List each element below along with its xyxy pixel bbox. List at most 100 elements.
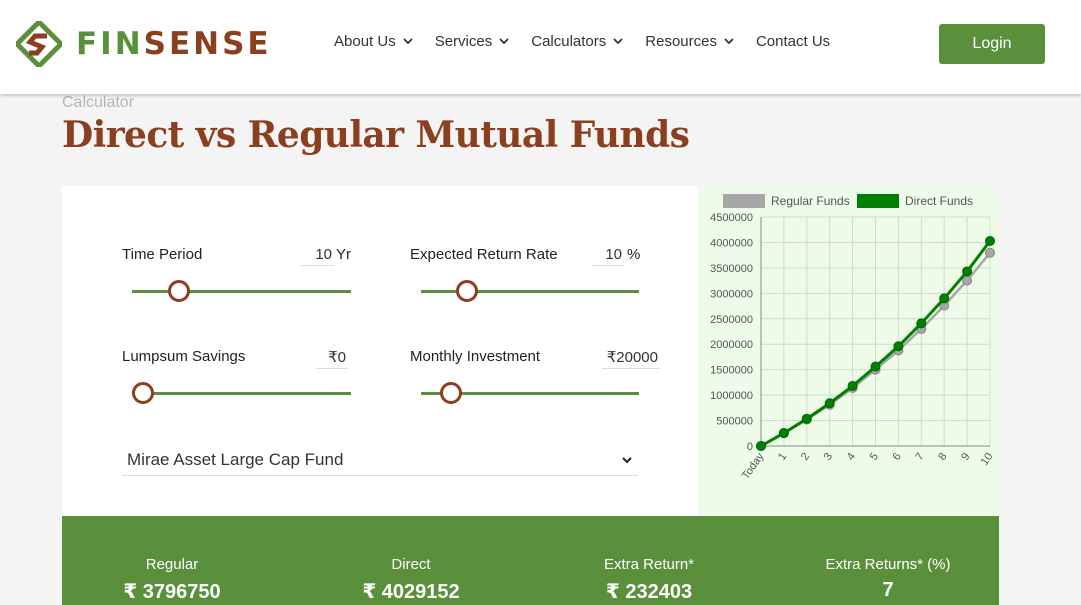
nav-item-services[interactable]: Services (435, 33, 510, 50)
result-extra-return-percent: Extra Returns* (%) 7 (788, 556, 988, 602)
slider-thumb[interactable] (440, 382, 462, 404)
growth-chart-panel: 0 500000 1000000 1500000 2000000 2500000 30000… (698, 186, 999, 516)
data-point (985, 247, 995, 258)
data-point (778, 428, 789, 439)
data-point (870, 361, 881, 372)
result-value: ₹ 3796750 (123, 581, 221, 603)
nav-item-calculators[interactable]: Calculators (531, 33, 623, 50)
data-point (916, 318, 927, 329)
x-tick-label: 10 (979, 451, 996, 468)
data-point (756, 441, 766, 451)
data-point (824, 398, 835, 409)
data-point (801, 413, 812, 424)
login-button[interactable]: Login (939, 24, 1045, 64)
y-tick-label: 3000000 (710, 288, 753, 300)
data-point (939, 293, 950, 304)
chevron-down-icon (499, 38, 509, 45)
chevron-down-icon (724, 38, 734, 45)
legend-swatch (857, 194, 899, 208)
nav-item-resources[interactable]: Resources (645, 33, 734, 50)
x-tick-label: 6 (891, 451, 904, 463)
logo-text-fin: FIN (76, 26, 144, 62)
y-tick-label: 0 (747, 441, 753, 453)
chevron-down-icon (613, 38, 623, 45)
fund-select[interactable]: Mirae Asset Large Cap Fund (122, 448, 638, 476)
slider-thumb[interactable] (168, 280, 190, 302)
result-regular: Regular ₹ 3796750 (72, 556, 272, 604)
logo-text-sense: SENSE (143, 26, 272, 62)
x-tick-label: 3 (822, 451, 835, 463)
x-tick-label: 7 (913, 451, 926, 463)
legend-label: Regular Funds (771, 194, 850, 208)
x-tick-label: 4 (845, 451, 858, 463)
x-tick-label: 8 (936, 451, 949, 463)
y-tick-label: 500000 (716, 416, 753, 428)
result-value: ₹ 232403 (605, 581, 693, 603)
result-extra-return: Extra Return* ₹ 232403 (549, 556, 749, 604)
slider-thumb[interactable] (456, 280, 478, 302)
calculator-card: Time Period 10 Yr Expected Return Rate 1… (62, 186, 698, 516)
nav-item-label: Contact Us (755, 33, 831, 50)
y-tick-label: 1500000 (710, 365, 753, 377)
lumpsum-slider[interactable] (132, 382, 351, 404)
nav-item-contact-us[interactable]: Contact Us (756, 33, 830, 50)
y-tick-label: 3500000 (710, 263, 753, 275)
nav-item-label: Resources (645, 33, 717, 50)
legend-label: Direct Funds (905, 194, 973, 208)
slider-track (421, 290, 639, 293)
chevron-down-icon (622, 457, 632, 464)
slider-track (132, 290, 351, 293)
time-period-input[interactable]: 10 (300, 246, 334, 266)
y-tick-label: 2000000 (710, 339, 753, 351)
nav-item-about-us[interactable]: About Us (334, 33, 413, 50)
legend-swatch (723, 194, 765, 208)
nav-item-label: About Us (334, 33, 396, 50)
time-period-slider[interactable] (132, 280, 351, 302)
time-period-unit: Yr (336, 246, 351, 263)
result-value: 7 (882, 579, 894, 601)
nav-item-label: Calculators (531, 33, 607, 50)
y-tick-label: 1000000 (710, 390, 753, 402)
slider-track (132, 392, 351, 395)
chevron-down-icon (403, 38, 413, 45)
logo[interactable]: FINSENSE (16, 21, 272, 67)
result-value: ₹ 4029152 (362, 581, 460, 603)
fund-select-value: Mirae Asset Large Cap Fund (127, 450, 344, 469)
lumpsum-label: Lumpsum Savings (122, 348, 246, 365)
monthly-investment-label: Monthly Investment (410, 348, 541, 365)
result-label: Extra Return* (603, 556, 695, 573)
x-tick-label: 1 (776, 451, 789, 463)
results-bar: Regular ₹ 3796750 Direct ₹ 4029152 Extra… (62, 516, 999, 605)
return-rate-label: Expected Return Rate (410, 246, 558, 263)
time-period-label: Time Period (122, 246, 203, 263)
return-rate-unit: % (627, 246, 641, 263)
y-tick-label: 2500000 (710, 314, 753, 326)
slider-thumb[interactable] (132, 382, 154, 404)
result-label: Regular (145, 556, 199, 573)
growth-chart: 0 500000 1000000 1500000 2000000 2500000 30000… (710, 194, 996, 482)
monthly-investment-slider[interactable] (421, 382, 639, 404)
x-tick-label: 9 (959, 451, 972, 463)
result-direct: Direct ₹ 4029152 (311, 556, 511, 604)
data-point (847, 380, 858, 391)
data-point (893, 341, 904, 352)
x-tick-label: Today (740, 450, 767, 481)
data-point (962, 266, 973, 277)
x-tick-label: 2 (799, 451, 812, 463)
result-label: Direct (391, 556, 431, 573)
navbar: FINSENSE About Us Services Calculators R… (0, 0, 1081, 94)
y-tick-label: 4500000 (710, 212, 753, 224)
y-tick-label: 4000000 (710, 237, 753, 249)
logo-text: FINSENSE (76, 26, 272, 62)
result-label: Extra Returns* (%) (825, 556, 951, 573)
monthly-investment-input[interactable]: ₹20000 (602, 348, 660, 369)
lumpsum-input[interactable]: ₹0 (316, 348, 348, 369)
breadcrumb: Calculator (62, 94, 135, 111)
nav-menu: About Us Services Calculators Resources … (334, 33, 830, 50)
return-rate-input[interactable]: 10 (592, 246, 624, 266)
logo-mark-icon (16, 21, 62, 67)
x-tick-label: 5 (868, 451, 881, 463)
nav-item-label: Services (434, 33, 493, 50)
return-rate-slider[interactable] (421, 280, 639, 302)
page-title: Direct vs Regular Mutual Funds (62, 114, 690, 156)
